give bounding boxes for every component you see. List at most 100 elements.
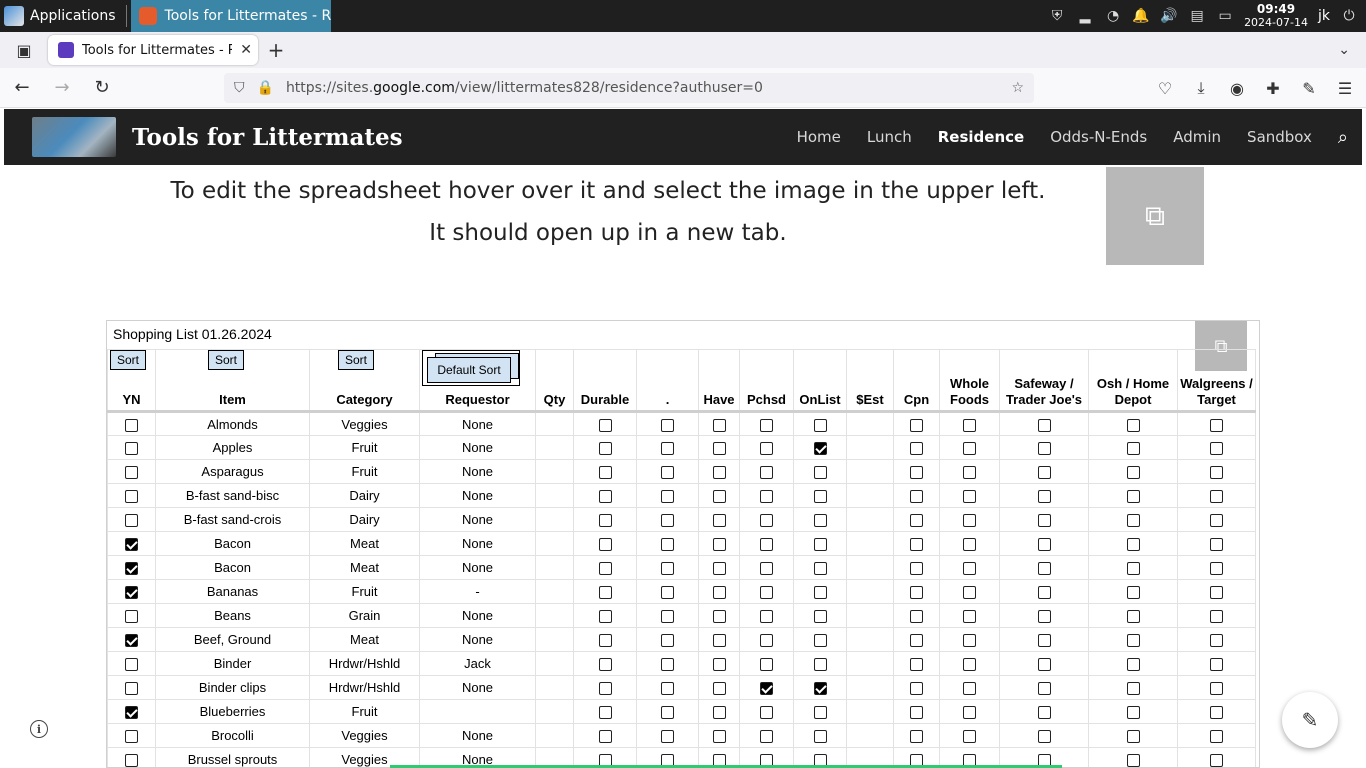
pchsd-checkbox[interactable]	[760, 418, 773, 432]
nav-admin[interactable]: Admin	[1173, 128, 1221, 146]
onlist-checkbox[interactable]	[813, 562, 827, 576]
have-checkbox[interactable]	[712, 730, 726, 744]
url-bar[interactable]: ⛉ 🔒 https://sites.google.com/view/litter…	[224, 73, 1034, 103]
yn-checkbox[interactable]	[125, 634, 138, 648]
durable-checkbox[interactable]	[598, 466, 612, 480]
onlist-checkbox[interactable]	[813, 682, 827, 696]
safeway-trader-joes-checkbox[interactable]	[1037, 514, 1051, 528]
dot-checkbox[interactable]	[661, 538, 674, 552]
power-icon[interactable]: ⏻	[1340, 7, 1358, 25]
yn-checkbox[interactable]	[125, 418, 138, 432]
onlist-checkbox[interactable]	[813, 730, 827, 744]
osh-home-depot-checkbox[interactable]	[1126, 682, 1140, 696]
walgreens-target-checkbox[interactable]	[1210, 706, 1223, 720]
dot-checkbox[interactable]	[661, 634, 674, 648]
cpn-checkbox[interactable]	[910, 490, 923, 504]
nav-sandbox[interactable]: Sandbox	[1247, 128, 1312, 146]
site-logo[interactable]	[32, 117, 116, 157]
nav-lunch[interactable]: Lunch	[867, 128, 912, 146]
have-checkbox[interactable]	[712, 538, 726, 552]
safeway-trader-joes-checkbox[interactable]	[1037, 490, 1051, 504]
notifications-bell-icon[interactable]: 🔔	[1132, 7, 1150, 25]
dot-checkbox[interactable]	[661, 442, 674, 456]
osh-home-depot-checkbox[interactable]	[1126, 706, 1140, 720]
system-monitor-icon[interactable]: ▤	[1188, 7, 1206, 25]
cpn-checkbox[interactable]	[910, 538, 923, 552]
user-menu[interactable]: jk	[1318, 8, 1330, 24]
reload-icon[interactable]: ↻	[84, 72, 120, 104]
sort-category-button[interactable]: Sort	[338, 350, 375, 370]
nav-odds-n-ends[interactable]: Odds-N-Ends	[1050, 128, 1147, 146]
walgreens-target-checkbox[interactable]	[1210, 490, 1223, 504]
bookmark-star-icon[interactable]: ☆	[1011, 80, 1024, 96]
onlist-checkbox[interactable]	[813, 442, 827, 456]
whole-foods-checkbox[interactable]	[963, 586, 976, 600]
clock[interactable]: 09:49 2024-07-14	[1244, 3, 1308, 30]
whole-foods-checkbox[interactable]	[963, 634, 976, 648]
close-tab-icon[interactable]: ✕	[240, 42, 252, 58]
display-icon[interactable]: ▭	[1216, 7, 1234, 25]
safeway-trader-joes-checkbox[interactable]	[1037, 610, 1051, 624]
yn-checkbox[interactable]	[125, 442, 138, 456]
yn-checkbox[interactable]	[125, 538, 138, 552]
have-checkbox[interactable]	[712, 658, 726, 672]
nav-home[interactable]: Home	[797, 128, 841, 146]
onlist-checkbox[interactable]	[813, 514, 827, 528]
safeway-trader-joes-checkbox[interactable]	[1037, 418, 1051, 432]
walgreens-target-checkbox[interactable]	[1210, 466, 1223, 480]
onlist-checkbox[interactable]	[813, 466, 827, 480]
durable-checkbox[interactable]	[598, 730, 612, 744]
yn-checkbox[interactable]	[125, 466, 138, 480]
forward-arrow-icon[interactable]: →	[44, 72, 80, 104]
safeway-trader-joes-checkbox[interactable]	[1037, 562, 1051, 576]
dot-checkbox[interactable]	[661, 490, 674, 504]
applications-menu[interactable]: Applications	[0, 0, 122, 32]
durable-checkbox[interactable]	[598, 706, 612, 720]
whole-foods-checkbox[interactable]	[963, 562, 976, 576]
whole-foods-checkbox[interactable]	[963, 442, 976, 456]
yn-checkbox[interactable]	[125, 562, 138, 576]
walgreens-target-checkbox[interactable]	[1210, 610, 1223, 624]
cpn-checkbox[interactable]	[910, 586, 923, 600]
osh-home-depot-checkbox[interactable]	[1126, 730, 1140, 744]
extensions-icon[interactable]: ✚	[1262, 72, 1284, 104]
cpn-checkbox[interactable]	[910, 442, 923, 456]
yn-checkbox[interactable]	[125, 586, 138, 600]
pchsd-checkbox[interactable]	[760, 730, 773, 744]
durable-checkbox[interactable]	[598, 442, 612, 456]
yn-checkbox[interactable]	[125, 730, 138, 744]
whole-foods-checkbox[interactable]	[963, 682, 976, 696]
tracking-protection-shield-icon[interactable]: ⛉	[234, 80, 245, 96]
have-checkbox[interactable]	[712, 466, 726, 480]
onlist-checkbox[interactable]	[813, 586, 827, 600]
cpn-checkbox[interactable]	[910, 610, 923, 624]
have-checkbox[interactable]	[712, 682, 726, 696]
onlist-checkbox[interactable]	[813, 634, 827, 648]
durable-checkbox[interactable]	[598, 586, 612, 600]
durable-checkbox[interactable]	[598, 610, 612, 624]
have-checkbox[interactable]	[712, 634, 726, 648]
walgreens-target-checkbox[interactable]	[1210, 754, 1223, 767]
pchsd-checkbox[interactable]	[760, 586, 773, 600]
dot-checkbox[interactable]	[661, 466, 674, 480]
pchsd-checkbox[interactable]	[760, 562, 773, 576]
onlist-checkbox[interactable]	[813, 538, 827, 552]
durable-checkbox[interactable]	[598, 658, 612, 672]
onlist-checkbox[interactable]	[813, 706, 827, 720]
nav-residence[interactable]: Residence	[938, 128, 1024, 146]
cpn-checkbox[interactable]	[910, 514, 923, 528]
cpn-checkbox[interactable]	[910, 730, 923, 744]
tab-overview-icon[interactable]: ▣	[0, 41, 48, 60]
osh-home-depot-checkbox[interactable]	[1126, 610, 1140, 624]
osh-home-depot-checkbox[interactable]	[1126, 490, 1140, 504]
yn-checkbox[interactable]	[125, 610, 138, 624]
cpn-checkbox[interactable]	[910, 466, 923, 480]
list-all-tabs-chevron-down-icon[interactable]: ⌄	[1338, 42, 1350, 58]
embedded-spreadsheet[interactable]: Shopping List 01.26.2024 ⧉ Sort YN Sort It…	[106, 320, 1260, 768]
browser-tab-active[interactable]: Tools for Littermates - Resic ✕	[48, 35, 258, 65]
taskbar-window-button[interactable]: Tools for Littermates - Resi...	[130, 0, 331, 32]
sync-icon[interactable]: ◔	[1104, 7, 1122, 25]
cpn-checkbox[interactable]	[910, 682, 923, 696]
yn-checkbox[interactable]	[125, 490, 138, 504]
have-checkbox[interactable]	[712, 706, 726, 720]
